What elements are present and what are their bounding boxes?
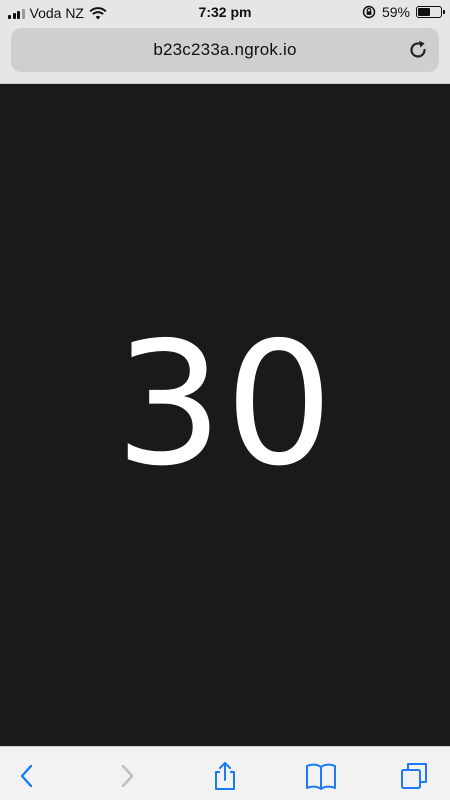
battery-icon: [416, 6, 445, 18]
page-content: 30: [0, 84, 450, 746]
battery-percent: 59%: [381, 4, 410, 20]
reload-icon[interactable]: [407, 39, 429, 61]
tabs-icon[interactable]: [398, 760, 430, 792]
rotation-lock-icon: [362, 5, 376, 19]
status-bar: Voda NZ 7:32 pm 59%: [0, 0, 450, 26]
status-right: 59%: [362, 4, 445, 20]
share-icon[interactable]: [209, 760, 241, 792]
browser-top-chrome: Voda NZ 7:32 pm 59% b23c233a.ngrok.io: [0, 0, 450, 84]
book-icon[interactable]: [304, 760, 338, 792]
browser-toolbar: [0, 746, 450, 800]
phone-screen: Voda NZ 7:32 pm 59% b23c233a.ngrok.io 30: [0, 0, 450, 800]
url-text[interactable]: b23c233a.ngrok.io: [11, 40, 439, 60]
chevron-left-icon[interactable]: [12, 760, 44, 792]
battery-level-fill: [418, 8, 430, 16]
chevron-right-icon[interactable]: [110, 760, 142, 792]
address-bar[interactable]: b23c233a.ngrok.io: [11, 28, 439, 72]
counter-number: 30: [114, 306, 336, 504]
